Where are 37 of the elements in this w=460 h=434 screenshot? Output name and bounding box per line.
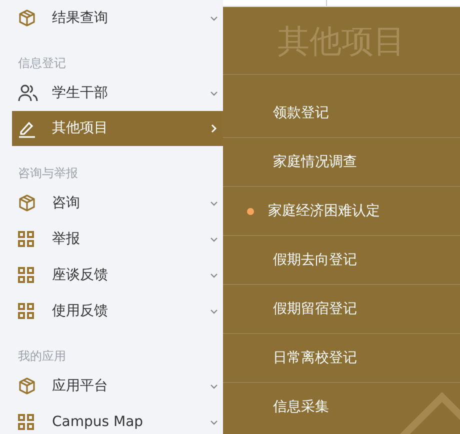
submenu-link[interactable]: 假期去向登记 (273, 250, 357, 270)
menu-item[interactable]: Campus Map (12, 404, 223, 434)
menu-item[interactable]: 咨询 (12, 185, 223, 221)
submenu-link[interactable]: 领款登记 (273, 102, 329, 124)
submenu-link[interactable]: 日常离校登记 (273, 348, 357, 368)
menu-item[interactable]: 使用反馈 (12, 293, 223, 329)
chevron-down-icon (210, 236, 218, 242)
box-icon (18, 194, 36, 212)
chevron-down-icon (210, 420, 218, 424)
chevron-down-icon (210, 308, 218, 314)
grid-icon (18, 267, 34, 283)
section-heading: 信息登记 (17, 55, 67, 72)
chevron-down-icon (210, 16, 218, 20)
menu-item[interactable]: 举报 (12, 221, 223, 257)
grid-icon (18, 303, 34, 319)
section-heading: 咨询与举报 (17, 165, 79, 182)
pencil-icon (18, 120, 36, 138)
chevron-down-icon (210, 272, 218, 278)
grid-icon (18, 231, 34, 247)
grid-icon (18, 414, 34, 430)
submenu-link[interactable]: 家庭情况调查 (273, 152, 357, 172)
section-heading: 我的应用 (17, 348, 67, 365)
box-icon (18, 9, 36, 27)
menu-item[interactable]: 结果查询 (12, 0, 223, 36)
box-icon (18, 377, 36, 395)
menu-item[interactable]: 应用平台 (12, 368, 223, 404)
submenu-link[interactable]: 假期留宿登记 (273, 298, 357, 320)
menu-item[interactable]: 其他项目 (12, 111, 223, 146)
menu-item[interactable]: 学生干部 (12, 75, 223, 111)
chevron-down-icon (210, 90, 218, 96)
chevron-down-icon (210, 384, 218, 388)
menu-item[interactable]: 座谈反馈 (12, 257, 223, 293)
people-icon (18, 84, 38, 102)
chevron-down-icon (210, 200, 218, 206)
chevron-right-icon (211, 124, 217, 133)
submenu-link[interactable]: 信息采集 (273, 397, 329, 418)
submenu-link[interactable]: 家庭经济困难认定 (268, 200, 380, 222)
